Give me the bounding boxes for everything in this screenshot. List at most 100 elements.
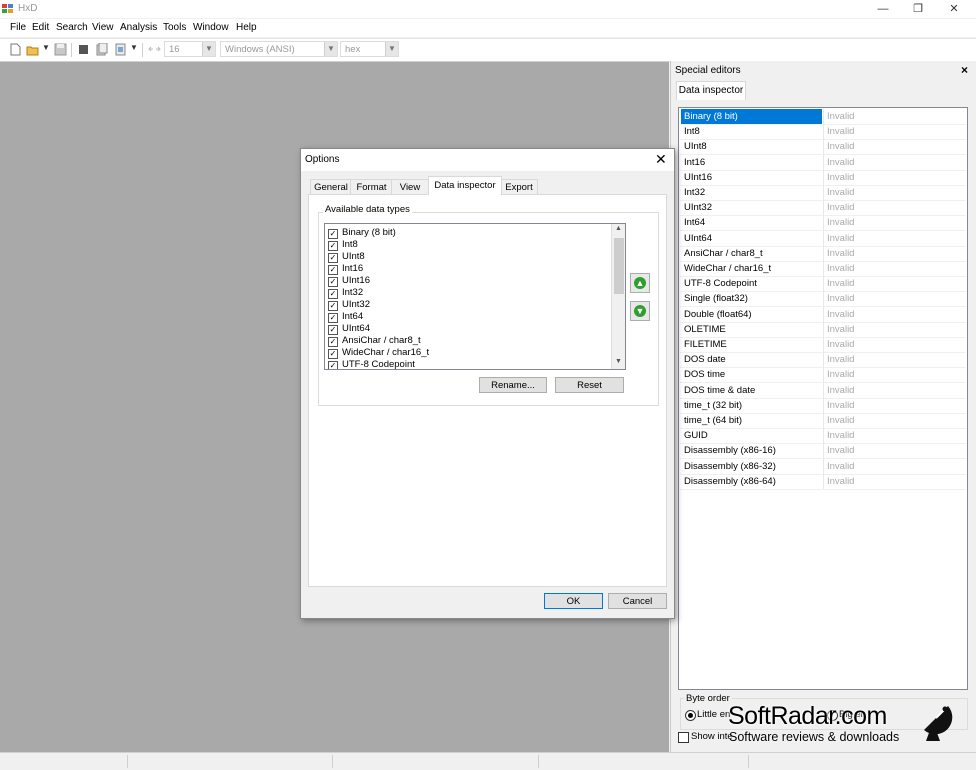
inspector-row[interactable]: DOS date Invalid: [680, 352, 966, 369]
data-type-checkbox[interactable]: ✓: [328, 361, 338, 369]
inspector-row[interactable]: OLETIME Invalid: [680, 321, 966, 338]
menu-analysis[interactable]: Analysis: [120, 22, 157, 33]
inspector-row[interactable]: GUID Invalid: [680, 428, 966, 445]
inspector-row[interactable]: UTF-8 Codepoint Invalid: [680, 276, 966, 293]
data-type-item[interactable]: ✓ AnsiChar / char8_t: [328, 335, 421, 347]
inspector-row[interactable]: Disassembly (x86-64) Invalid: [680, 473, 966, 490]
data-type-item[interactable]: ✓ Int32: [328, 287, 363, 299]
inspector-row[interactable]: UInt64 Invalid: [680, 230, 966, 247]
inspector-value[interactable]: Invalid: [827, 246, 854, 261]
data-type-item[interactable]: ✓ WideChar / char16_t: [328, 347, 429, 359]
inspector-row[interactable]: Single (float32) Invalid: [680, 291, 966, 308]
open-file-icon[interactable]: [26, 43, 39, 56]
menu-search[interactable]: Search: [56, 22, 88, 33]
inspector-row[interactable]: WideChar / char16_t Invalid: [680, 261, 966, 277]
inspector-value[interactable]: Invalid: [827, 398, 854, 413]
scroll-down-icon[interactable]: ▼: [615, 358, 622, 365]
reset-button[interactable]: Reset: [555, 377, 624, 393]
data-type-item[interactable]: ✓ UTF-8 Codepoint: [328, 359, 415, 369]
menu-tools[interactable]: Tools: [163, 22, 186, 33]
data-type-checkbox[interactable]: ✓: [328, 325, 338, 335]
data-type-item[interactable]: ✓ Int8: [328, 239, 358, 251]
tab-data-inspector-options[interactable]: Data inspector: [428, 176, 502, 195]
ok-button[interactable]: OK: [544, 593, 603, 609]
inspector-value[interactable]: Invalid: [827, 367, 854, 382]
inspector-row[interactable]: Binary (8 bit) Invalid: [680, 109, 966, 125]
inspector-value[interactable]: Invalid: [827, 291, 854, 306]
inspector-row[interactable]: time_t (64 bit) Invalid: [680, 413, 966, 429]
inspector-value[interactable]: Invalid: [827, 261, 854, 276]
inspector-value[interactable]: Invalid: [827, 459, 854, 474]
data-type-item[interactable]: ✓ Binary (8 bit): [328, 227, 396, 239]
data-type-checkbox[interactable]: ✓: [328, 241, 338, 251]
move-down-button[interactable]: ▼: [630, 301, 650, 321]
data-type-checkbox[interactable]: ✓: [328, 301, 338, 311]
stop-icon[interactable]: [77, 43, 90, 56]
tab-data-inspector[interactable]: Data inspector: [676, 81, 746, 100]
inspector-value[interactable]: Invalid: [827, 124, 854, 139]
data-type-checkbox[interactable]: ✓: [328, 313, 338, 323]
inspector-value[interactable]: Invalid: [827, 200, 854, 215]
inspector-row[interactable]: Int16 Invalid: [680, 154, 966, 171]
data-type-checkbox[interactable]: ✓: [328, 277, 338, 287]
menu-view[interactable]: View: [92, 22, 114, 33]
inspector-row[interactable]: UInt32 Invalid: [680, 200, 966, 217]
inspector-row[interactable]: DOS time & date Invalid: [680, 382, 966, 399]
menu-help[interactable]: Help: [236, 22, 257, 33]
data-type-item[interactable]: ✓ Int16: [328, 263, 363, 275]
inspector-value[interactable]: Invalid: [827, 307, 854, 322]
inspector-value[interactable]: Invalid: [827, 474, 854, 489]
data-types-list[interactable]: ▲ ▼ ✓ Binary (8 bit) ✓ Int8 ✓ UInt8 ✓ Int16 ✓ UIn…: [324, 223, 626, 370]
inspector-row[interactable]: UInt16 Invalid: [680, 169, 966, 186]
minimize-button[interactable]: —: [866, 0, 900, 18]
inspector-value[interactable]: Invalid: [827, 170, 854, 185]
data-type-checkbox[interactable]: ✓: [328, 253, 338, 263]
inspector-value[interactable]: Invalid: [827, 322, 854, 337]
inspector-row[interactable]: time_t (32 bit) Invalid: [680, 397, 966, 414]
data-type-item[interactable]: ✓ UInt16: [328, 275, 370, 287]
inspector-value[interactable]: Invalid: [827, 443, 854, 458]
offset-base-combo[interactable]: hex ▼: [340, 41, 399, 57]
menu-file[interactable]: File: [10, 22, 26, 33]
inspector-row[interactable]: AnsiChar / char8_t Invalid: [680, 245, 966, 262]
scrollbar-thumb[interactable]: [614, 238, 624, 294]
data-type-checkbox[interactable]: ✓: [328, 265, 338, 275]
inspector-value[interactable]: Invalid: [827, 352, 854, 367]
inspector-value[interactable]: Invalid: [827, 428, 854, 443]
inspector-value[interactable]: Invalid: [827, 185, 854, 200]
open-dropdown-icon[interactable]: ▼: [42, 43, 50, 52]
export-dropdown-icon[interactable]: ▼: [130, 43, 138, 52]
move-up-button[interactable]: ▲: [630, 273, 650, 293]
charset-combo[interactable]: Windows (ANSI) ▼: [220, 41, 338, 57]
data-type-checkbox[interactable]: ✓: [328, 337, 338, 347]
cancel-button[interactable]: Cancel: [608, 593, 667, 609]
inspector-row[interactable]: Int32 Invalid: [680, 185, 966, 201]
inspector-row[interactable]: Double (float64) Invalid: [680, 306, 966, 323]
scroll-up-icon[interactable]: ▲: [615, 225, 622, 232]
list-scrollbar[interactable]: ▲ ▼: [611, 224, 625, 369]
data-type-checkbox[interactable]: ✓: [328, 229, 338, 239]
inspector-row[interactable]: Disassembly (x86-32) Invalid: [680, 458, 966, 475]
new-file-icon[interactable]: [9, 43, 22, 56]
inspector-value[interactable]: Invalid: [827, 276, 854, 291]
menu-edit[interactable]: Edit: [32, 22, 49, 33]
rename-button[interactable]: Rename...: [479, 377, 547, 393]
close-button[interactable]: ✕: [937, 0, 971, 18]
show-integers-checkbox[interactable]: [678, 732, 689, 743]
data-type-item[interactable]: ✓ UInt64: [328, 323, 370, 335]
data-type-checkbox[interactable]: ✓: [328, 349, 338, 359]
inspector-value[interactable]: Invalid: [827, 231, 854, 246]
bytes-per-row-combo[interactable]: 16 ▼: [164, 41, 216, 57]
inspector-row[interactable]: FILETIME Invalid: [680, 337, 966, 353]
inspector-value[interactable]: Invalid: [827, 215, 854, 230]
inspector-row[interactable]: Disassembly (x86-16) Invalid: [680, 443, 966, 460]
inspector-row[interactable]: UInt8 Invalid: [680, 139, 966, 156]
menu-window[interactable]: Window: [193, 22, 229, 33]
inspector-row[interactable]: Int8 Invalid: [680, 124, 966, 141]
little-endian-radio[interactable]: [685, 710, 696, 721]
document-icon[interactable]: [95, 43, 108, 56]
export-icon[interactable]: [114, 43, 127, 56]
save-icon[interactable]: [54, 43, 67, 56]
inspector-value[interactable]: Invalid: [827, 337, 854, 352]
inspector-value[interactable]: Invalid: [827, 413, 854, 428]
